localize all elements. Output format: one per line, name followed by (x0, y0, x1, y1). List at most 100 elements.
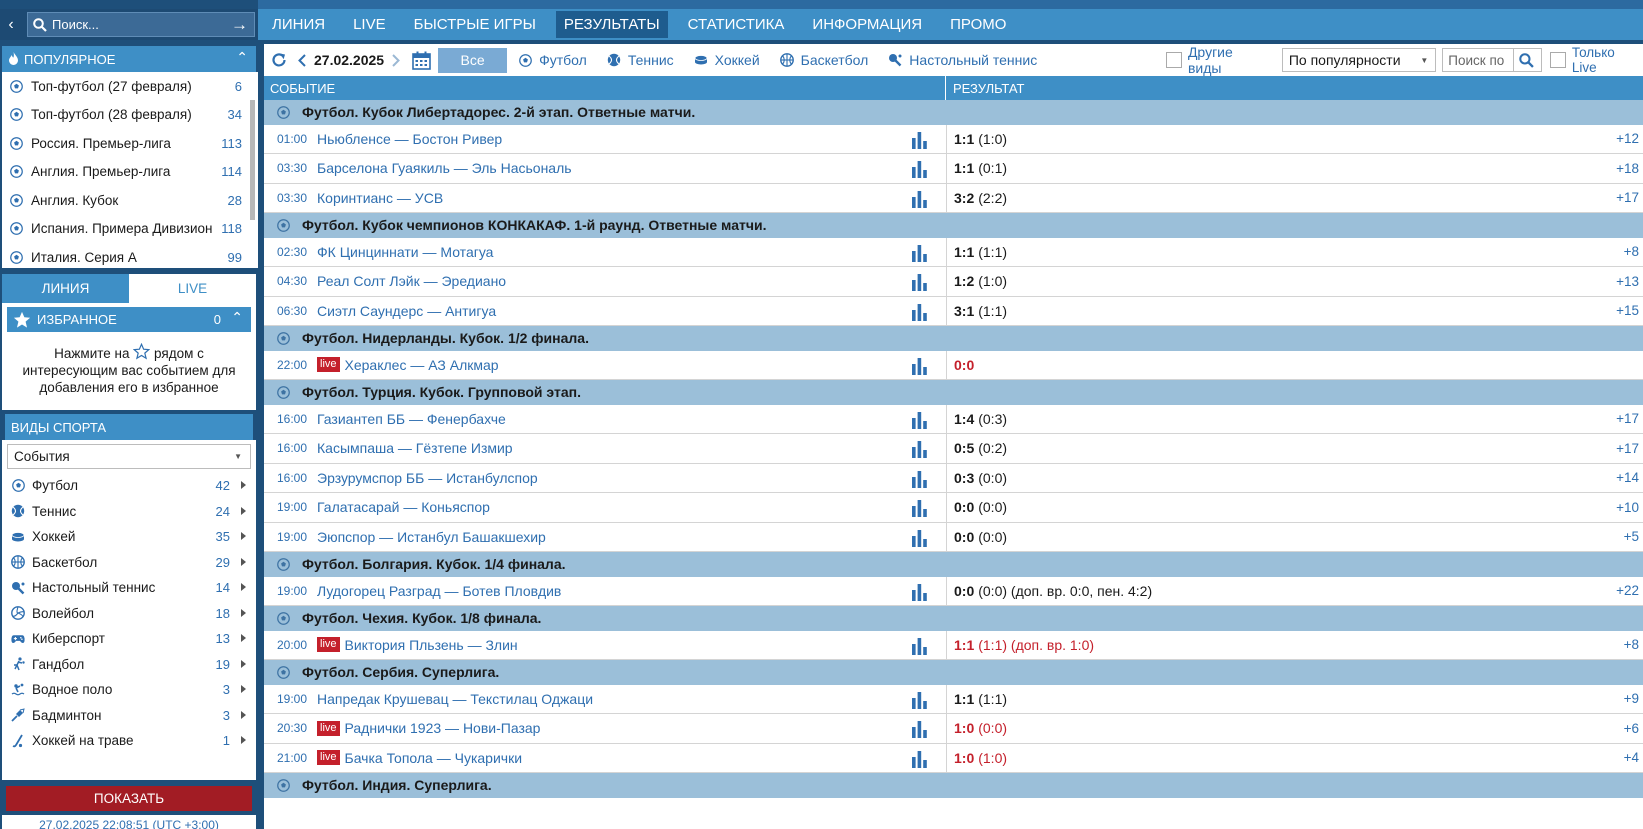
group-header[interactable]: Футбол. Индия. Суперлига. (264, 773, 1643, 798)
event-name[interactable]: Сиэтл Саундерс — Антигуа (317, 303, 496, 319)
tab-live[interactable]: LIVE (129, 274, 256, 303)
more-results-link[interactable]: +17 (1616, 441, 1639, 456)
more-results-link[interactable]: +5 (1624, 529, 1639, 544)
sport-filter-1[interactable]: Футбол (519, 52, 587, 68)
sport-item-name[interactable]: Хоккей на траве (32, 733, 134, 748)
sport-filter-5[interactable]: Настольный теннис (888, 52, 1037, 68)
statistics-icon[interactable] (911, 529, 928, 550)
nav-item-1[interactable]: ЛИНИЯ (258, 9, 339, 40)
chevron-up-icon[interactable]: ⌃ (231, 309, 243, 326)
more-results-link[interactable]: +9 (1624, 691, 1639, 706)
chevron-right-icon[interactable] (241, 557, 246, 566)
back-arrow-icon[interactable]: ‹ (0, 16, 22, 34)
sport-item[interactable]: Киберспорт 13 (2, 626, 256, 652)
scrollbar-thumb[interactable] (250, 100, 255, 220)
nav-item-2[interactable]: LIVE (339, 9, 400, 40)
nav-item-7[interactable]: ПРОМО (936, 9, 1020, 40)
event-name[interactable]: Раднички 1923 — Нови-Пазар (345, 720, 541, 736)
more-results-link[interactable]: +18 (1616, 161, 1639, 176)
prev-date-icon[interactable] (294, 53, 310, 67)
popular-item[interactable]: Италия. Серия А 99 (2, 243, 248, 268)
statistics-icon[interactable] (911, 190, 928, 211)
nav-item-5[interactable]: СТАТИСТИКА (674, 9, 799, 40)
favorites-header[interactable]: ИЗБРАННОЕ 0 ⌃ (7, 307, 251, 332)
group-header[interactable]: Футбол. Нидерланды. Кубок. 1/2 финала. (264, 326, 1643, 351)
event-name[interactable]: Лудогорец Разград — Ботев Пловдив (317, 583, 561, 599)
more-results-link[interactable]: +6 (1624, 721, 1639, 736)
event-name[interactable]: Эрзурумспор ББ — Истанбулспор (317, 470, 538, 486)
events-select[interactable]: События ▼ (7, 444, 251, 469)
statistics-icon[interactable] (911, 500, 928, 520)
sport-item[interactable]: Хоккей на траве 1 (2, 728, 256, 754)
statistics-icon[interactable] (911, 303, 928, 324)
event-name[interactable]: Ньюбленсе — Бостон Ривер (317, 131, 502, 147)
chevron-right-icon[interactable] (241, 481, 246, 489)
next-date-icon[interactable] (388, 53, 404, 67)
statistics-icon[interactable] (911, 411, 928, 432)
statistics-icon[interactable] (911, 750, 928, 771)
sport-item-name[interactable]: Футбол (32, 478, 78, 493)
sport-item[interactable]: Бадминтон 3 (2, 703, 256, 729)
more-results-link[interactable]: +13 (1616, 274, 1639, 289)
chevron-right-icon[interactable] (241, 506, 246, 515)
statistics-icon[interactable] (911, 161, 928, 181)
only-live-label[interactable]: Только Live (1572, 45, 1643, 75)
sport-item-name[interactable]: Баскетбол (32, 555, 97, 570)
statistics-icon[interactable] (911, 274, 928, 294)
popular-item-name[interactable]: Испания. Примера Дивизион (31, 221, 212, 236)
event-search[interactable] (1442, 48, 1542, 72)
event-name[interactable]: Виктория Пльзень — Злин (345, 637, 518, 653)
event-search-input[interactable] (1443, 52, 1514, 68)
event-name[interactable]: Бачка Топола — Чукарички (345, 750, 523, 766)
popular-item-name[interactable]: Топ-футбол (27 февраля) (31, 79, 192, 94)
statistics-icon[interactable] (911, 131, 928, 152)
search-icon[interactable] (1513, 49, 1539, 71)
event-name[interactable]: Галатасарай — Коньяспор (317, 499, 490, 515)
more-results-link[interactable]: +8 (1624, 637, 1639, 652)
chevron-right-icon[interactable] (241, 710, 246, 719)
chevron-right-icon[interactable] (241, 736, 246, 744)
popular-item[interactable]: Топ-футбол (27 февраля) 6 (2, 72, 248, 101)
event-name[interactable]: Барселона Гуаякиль — Эль Насьональ (317, 160, 572, 176)
sport-item-name[interactable]: Хоккей (32, 529, 75, 544)
chevron-right-icon[interactable] (241, 608, 246, 617)
sport-item[interactable]: Водное поло 3 (2, 677, 256, 703)
sport-item[interactable]: Гандбол 19 (2, 652, 256, 678)
popular-scrollbar[interactable] (248, 72, 258, 268)
sport-item-name[interactable]: Киберспорт (32, 631, 105, 646)
chevron-right-icon[interactable] (241, 583, 246, 591)
chevron-right-icon[interactable] (241, 685, 246, 693)
sport-item-name[interactable]: Бадминтон (32, 708, 102, 723)
sort-select[interactable]: По популярности ▼ (1281, 48, 1437, 72)
popular-item[interactable]: Топ-футбол (28 февраля) 34 (2, 101, 248, 130)
statistics-icon[interactable] (911, 357, 928, 378)
event-name[interactable]: Газиантеп ББ — Фенербахче (317, 411, 506, 427)
more-results-link[interactable]: +8 (1624, 244, 1639, 259)
other-sports-label[interactable]: Другие виды (1188, 44, 1270, 76)
refresh-icon[interactable] (264, 52, 294, 68)
sport-item[interactable]: Волейбол 18 (2, 601, 256, 627)
current-date[interactable]: 27.02.2025 (310, 52, 388, 68)
statistics-icon[interactable] (911, 583, 928, 604)
popular-item[interactable]: Испания. Примера Дивизион 118 (2, 215, 248, 244)
statistics-icon[interactable] (911, 441, 928, 461)
statistics-icon[interactable] (911, 470, 928, 491)
statistics-icon[interactable] (911, 637, 928, 658)
tab-line[interactable]: ЛИНИЯ (2, 274, 129, 303)
sport-filter-4[interactable]: Баскетбол (779, 52, 868, 68)
group-header[interactable]: Футбол. Сербия. Суперлига. (264, 660, 1643, 685)
more-results-link[interactable]: +15 (1616, 303, 1639, 318)
sport-item-name[interactable]: Настольный теннис (32, 580, 155, 595)
chevron-right-icon[interactable] (241, 634, 246, 642)
event-name[interactable]: Коринтианс — УСВ (317, 190, 443, 206)
sport-filter-3[interactable]: Хоккей (694, 52, 760, 68)
event-name[interactable]: Эюпспор — Истанбул Башакшехир (317, 529, 546, 545)
search-box[interactable]: → (27, 12, 255, 37)
popular-item-name[interactable]: Англия. Кубок (31, 193, 118, 208)
popular-header[interactable]: ПОПУЛЯРНОЕ ⌃ (2, 46, 256, 72)
nav-item-4[interactable]: РЕЗУЛЬТАТЫ (555, 11, 668, 38)
sport-item[interactable]: Хоккей 35 (2, 524, 256, 550)
group-header[interactable]: Футбол. Кубок Либертадорес. 2-й этап. От… (264, 100, 1643, 125)
event-name[interactable]: ФК Цинциннати — Мотагуа (317, 244, 493, 260)
sport-item[interactable]: Баскетбол 29 (2, 550, 256, 576)
